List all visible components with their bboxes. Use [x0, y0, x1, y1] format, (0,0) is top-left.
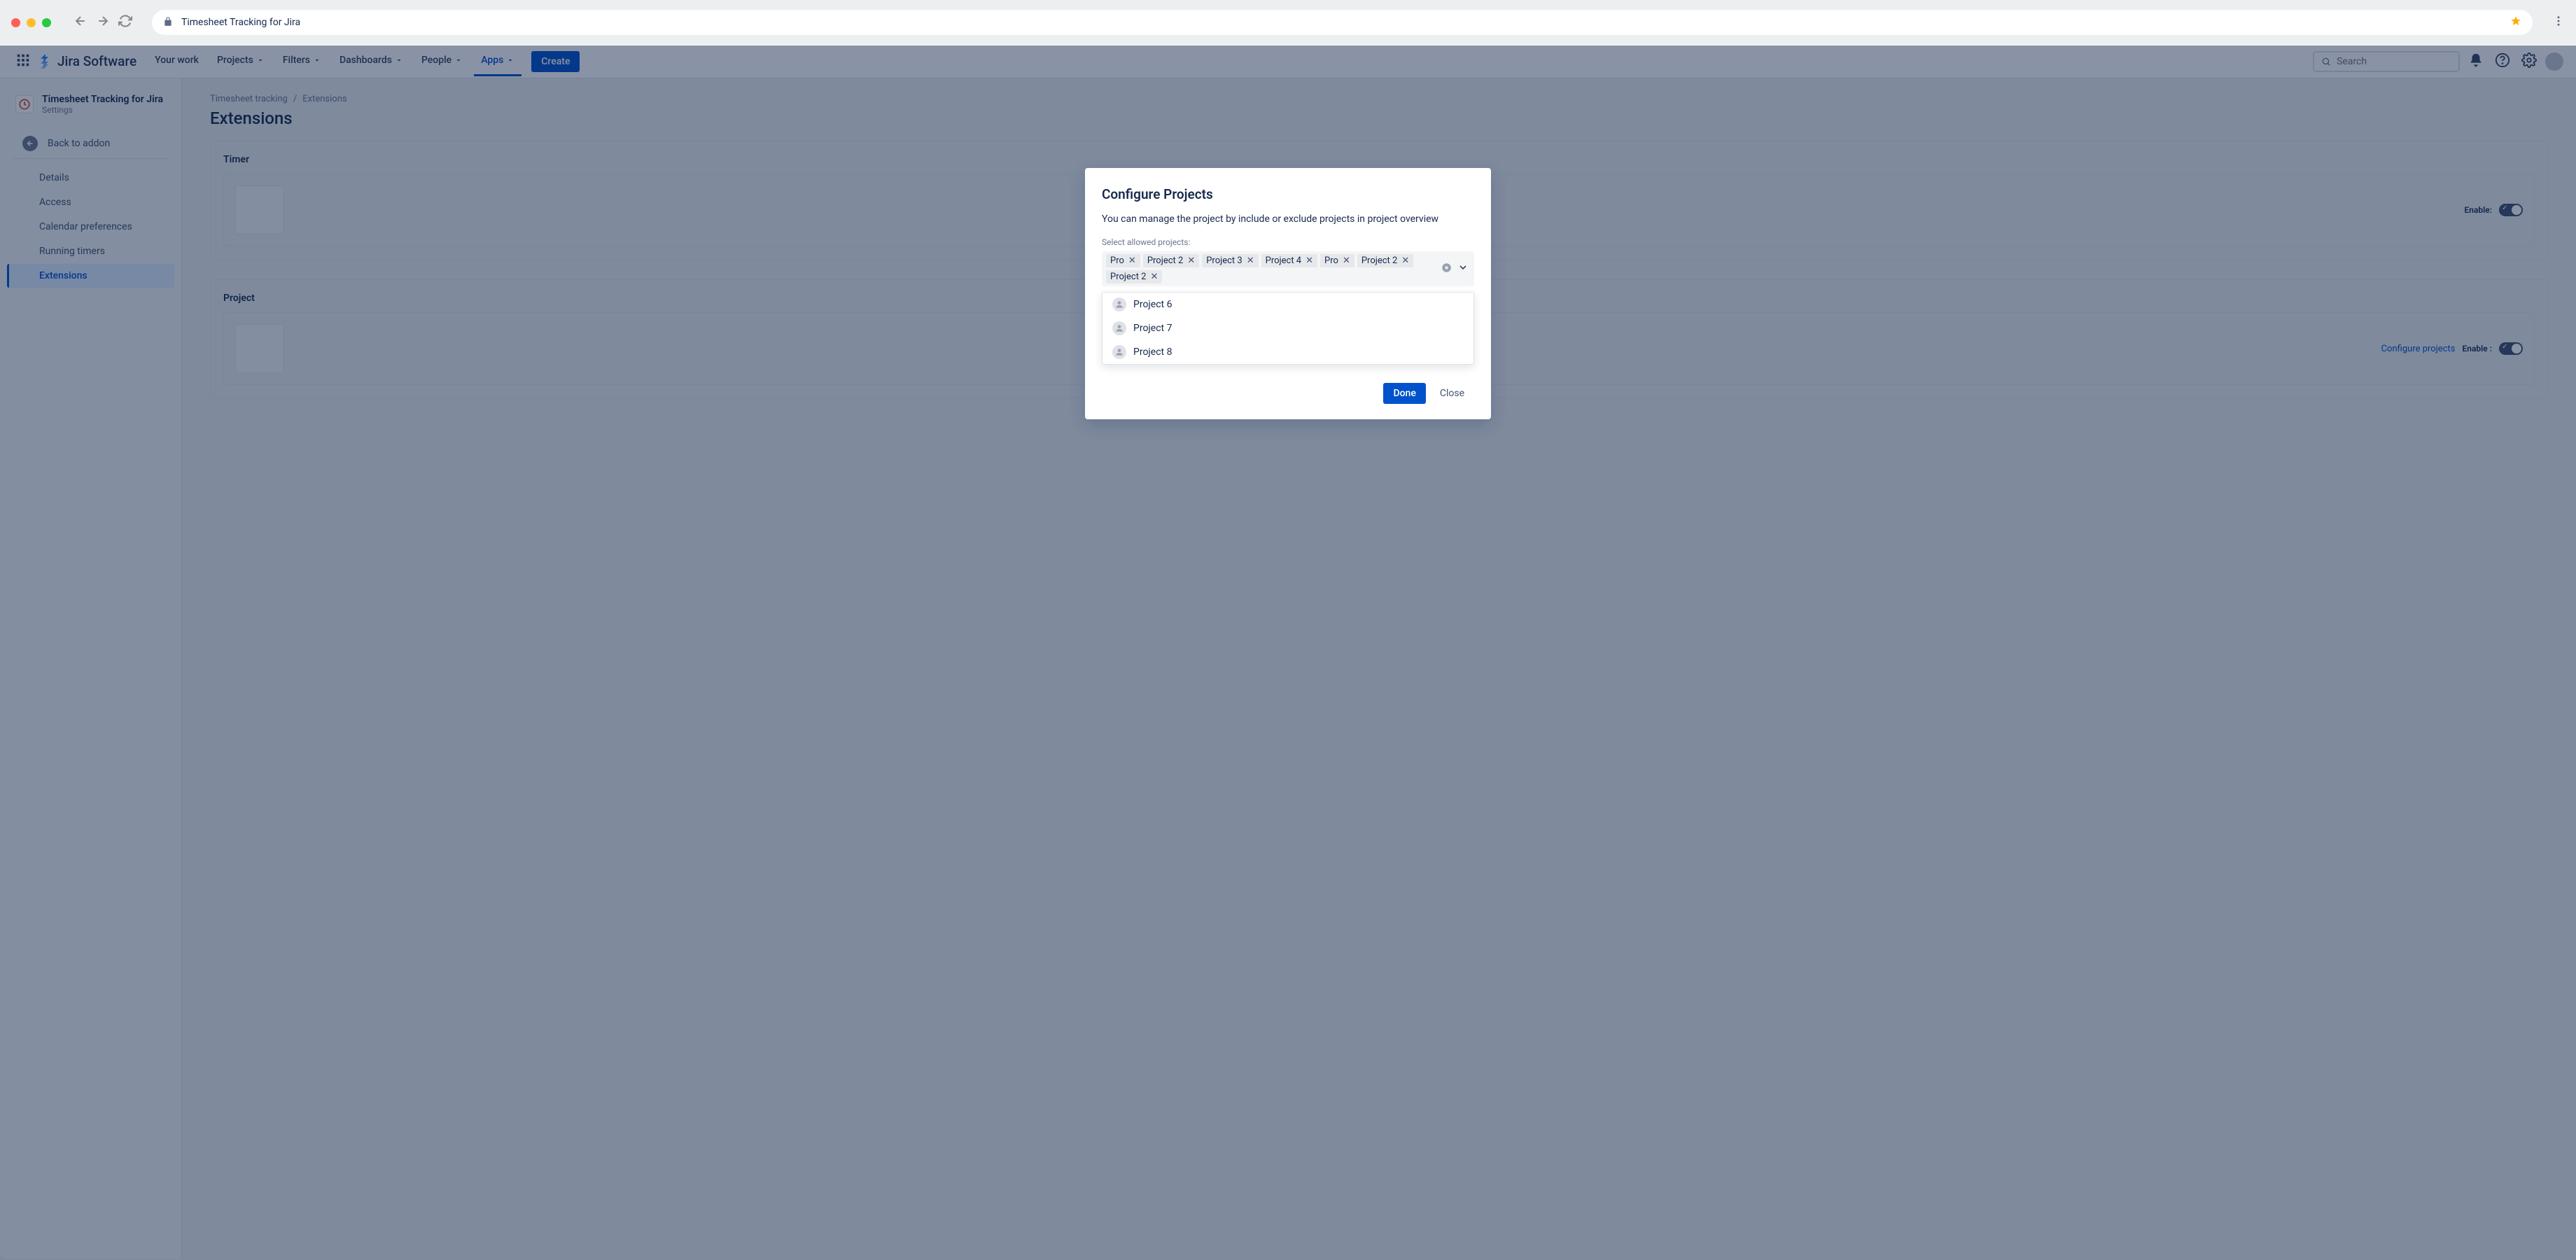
remove-tag-icon[interactable]: ✕ — [1151, 272, 1158, 281]
remove-tag-icon[interactable]: ✕ — [1343, 256, 1350, 265]
remove-tag-icon[interactable]: ✕ — [1128, 256, 1136, 265]
option-label: Project 6 — [1133, 299, 1172, 310]
clear-all-icon[interactable] — [1441, 262, 1452, 276]
tag-label: Project 3 — [1206, 255, 1242, 266]
tag-label: Pro — [1324, 255, 1338, 266]
remove-tag-icon[interactable]: ✕ — [1306, 256, 1313, 265]
dropdown-option[interactable]: Project 6 — [1102, 293, 1474, 316]
kebab-menu-icon[interactable] — [2552, 15, 2565, 30]
selected-project-tag: Project 2 ✕ — [1106, 270, 1162, 284]
url-bar[interactable]: Timesheet Tracking for Jira — [152, 10, 2533, 35]
traffic-lights — [11, 18, 51, 27]
modal-overlay[interactable]: Configure Projects You can manage the pr… — [0, 46, 2576, 1260]
forward-icon[interactable] — [96, 14, 110, 31]
tag-label: Project 4 — [1266, 255, 1302, 266]
back-icon[interactable] — [74, 14, 88, 31]
modal-title: Configure Projects — [1102, 186, 1474, 202]
projects-dropdown: Project 6 Project 7 Project 8 — [1102, 292, 1474, 365]
star-icon[interactable] — [2510, 15, 2521, 29]
projects-multiselect[interactable]: Pro✕Project 2✕Project 3✕Project 4✕Pro✕Pr… — [1102, 251, 1474, 286]
selected-project-tag: Project 4 ✕ — [1261, 254, 1317, 267]
project-avatar-icon — [1112, 345, 1126, 359]
done-button[interactable]: Done — [1383, 383, 1425, 404]
configure-projects-modal: Configure Projects You can manage the pr… — [1085, 168, 1491, 419]
option-label: Project 7 — [1133, 323, 1172, 334]
tag-label: Project 2 — [1362, 255, 1398, 266]
selected-project-tag: Project 3 ✕ — [1202, 254, 1258, 267]
selected-project-tag: Pro ✕ — [1106, 254, 1140, 267]
tag-label: Project 2 — [1110, 272, 1147, 282]
url-text: Timesheet Tracking for Jira — [181, 17, 2502, 28]
window-maximize[interactable] — [42, 18, 51, 27]
selected-project-tag: Project 2✕ — [1143, 254, 1199, 267]
project-avatar-icon — [1112, 321, 1126, 335]
browser-nav-arrows — [74, 14, 132, 31]
modal-description: You can manage the project by include or… — [1102, 214, 1474, 225]
remove-tag-icon[interactable]: ✕ — [1401, 256, 1409, 265]
dropdown-option[interactable]: Project 8 — [1102, 340, 1474, 364]
field-label: Select allowed projects: — [1102, 237, 1474, 247]
selected-project-tag: Pro ✕ — [1320, 254, 1354, 267]
selected-project-tag: Project 2✕ — [1357, 254, 1413, 267]
tag-label: Project 2 — [1147, 255, 1184, 266]
close-button[interactable]: Close — [1430, 383, 1474, 404]
chevron-down-icon[interactable] — [1457, 262, 1469, 276]
browser-chrome: Timesheet Tracking for Jira — [0, 0, 2576, 45]
remove-tag-icon[interactable]: ✕ — [1187, 256, 1195, 265]
modal-actions: Done Close — [1102, 383, 1474, 404]
project-avatar-icon — [1112, 298, 1126, 312]
window-close[interactable] — [11, 18, 20, 27]
tag-label: Pro — [1110, 255, 1124, 266]
option-label: Project 8 — [1133, 346, 1172, 358]
reload-icon[interactable] — [118, 14, 132, 31]
window-minimize[interactable] — [27, 18, 36, 27]
lock-icon — [163, 16, 173, 29]
remove-tag-icon[interactable]: ✕ — [1247, 256, 1254, 265]
dropdown-option[interactable]: Project 7 — [1102, 316, 1474, 340]
